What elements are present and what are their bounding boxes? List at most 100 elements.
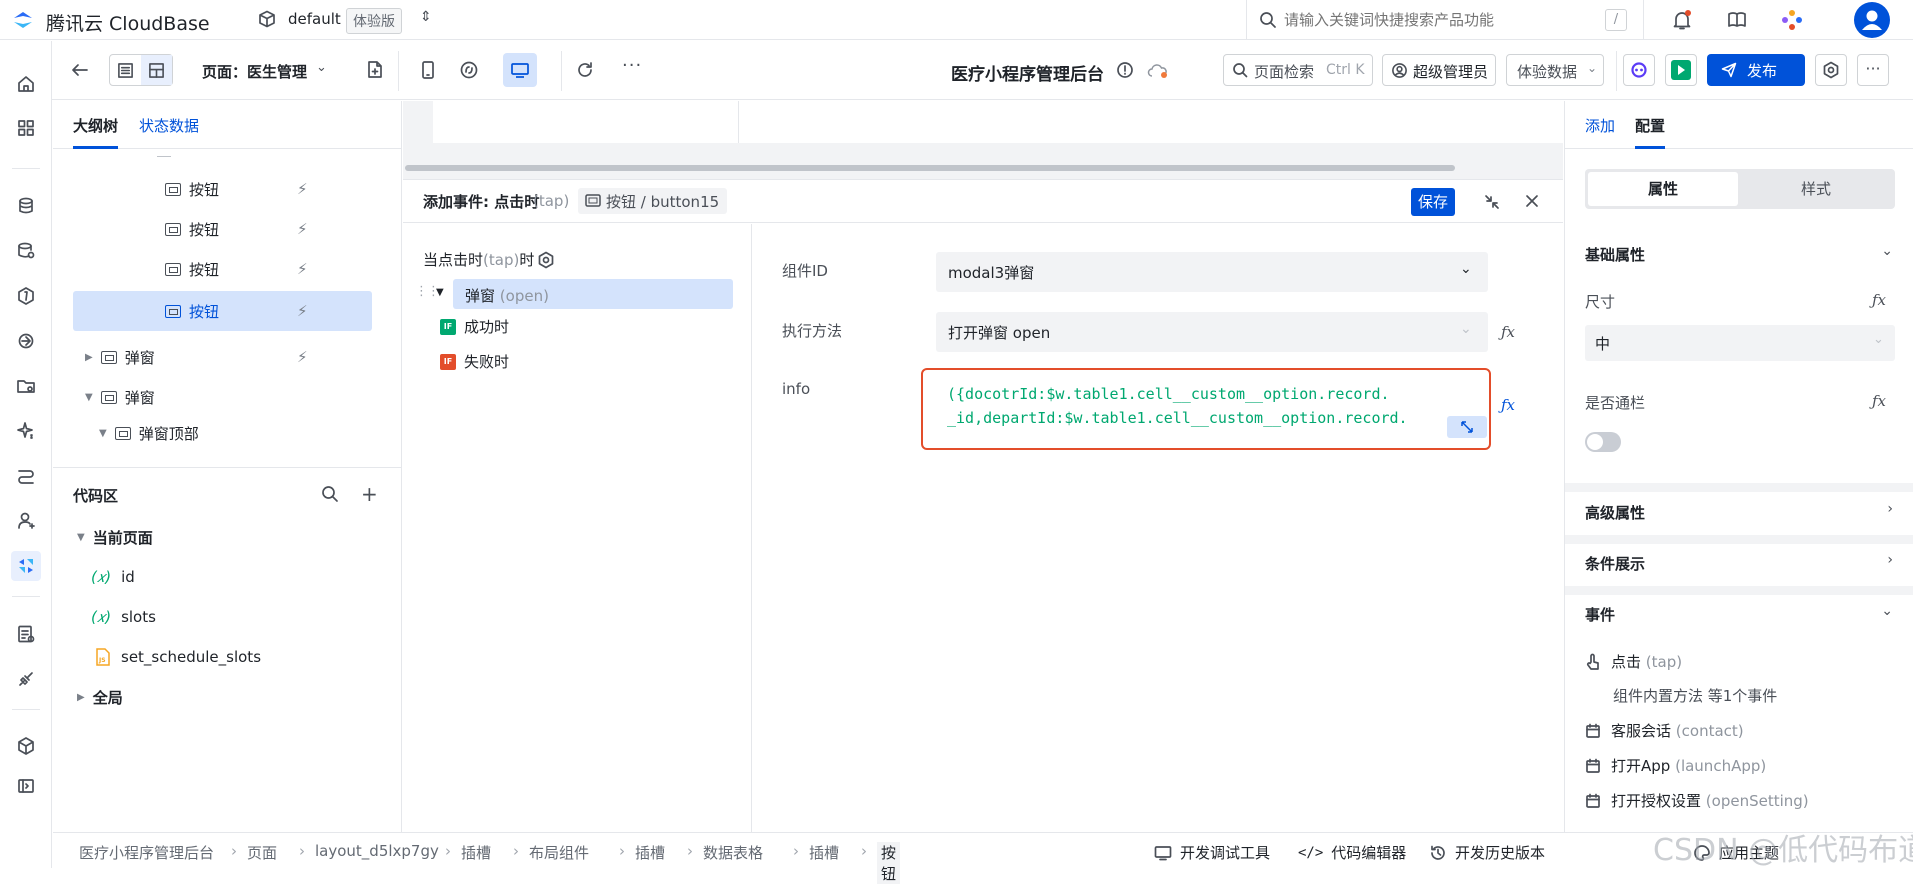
- tree-node-modal-expanded[interactable]: ▼ 弹窗: [53, 379, 402, 409]
- collapse-caret-icon[interactable]: ▼: [99, 428, 107, 439]
- tree-node-button-selected[interactable]: 按钮 ⚡︎: [73, 291, 372, 331]
- history-button[interactable]: 开发历史版本: [1429, 842, 1545, 863]
- method-select[interactable]: 打开弹窗 open ⌄: [936, 312, 1488, 352]
- chevron-down-icon[interactable]: ⌄: [1881, 243, 1893, 259]
- minimize-panel-icon[interactable]: [1483, 193, 1501, 211]
- code-global[interactable]: ▶ 全局: [53, 679, 402, 715]
- page-search-button[interactable]: 页面检索 Ctrl K: [1223, 54, 1373, 86]
- tree-node-button[interactable]: 按钮 ⚡︎: [53, 211, 402, 247]
- code-var-item[interactable]: (𝑥) id: [53, 559, 402, 595]
- event-bolt-icon[interactable]: ⚡︎: [297, 260, 308, 278]
- advanced-props-title[interactable]: 高级属性: [1585, 502, 1645, 523]
- code-search-icon[interactable]: [321, 485, 339, 503]
- fx-icon[interactable]: ƒx: [1872, 291, 1886, 309]
- info-code-editor[interactable]: ({docotrId:$w.table1.cell__custom__optio…: [921, 368, 1491, 450]
- breadcrumb-item[interactable]: 数据表格: [703, 842, 763, 863]
- home-icon[interactable]: [11, 69, 41, 99]
- banner-toggle[interactable]: [1585, 432, 1621, 452]
- miniprogram-preview-icon[interactable]: [459, 60, 479, 80]
- size-select[interactable]: 中 ⌄: [1585, 325, 1895, 361]
- save-button[interactable]: 保存: [1411, 188, 1455, 216]
- collapse-caret-icon[interactable]: ▼: [85, 392, 93, 403]
- event-item-tap[interactable]: 点击 (tap): [1585, 651, 1682, 672]
- conditional-title[interactable]: 条件展示: [1585, 553, 1645, 574]
- apps-grid-icon[interactable]: [11, 113, 41, 143]
- ai-assistant-icon[interactable]: [1781, 9, 1803, 31]
- code-current-page[interactable]: ▼ 当前页面: [53, 519, 402, 555]
- component-id-select[interactable]: modal3弹窗 ⌄: [936, 252, 1488, 292]
- info-circle-icon[interactable]: [1116, 61, 1134, 79]
- publish-button[interactable]: 发布: [1707, 54, 1805, 86]
- fx-icon[interactable]: ƒx: [1501, 396, 1515, 414]
- refresh-icon[interactable]: [575, 60, 595, 80]
- more-options-icon[interactable]: ···: [622, 55, 642, 76]
- user-management-icon[interactable]: [11, 506, 41, 536]
- design-canvas[interactable]: [403, 101, 1563, 184]
- branch-success[interactable]: IF 成功时: [440, 316, 509, 337]
- tree-node-modal-header[interactable]: ▼ 弹窗顶部: [53, 415, 402, 451]
- breadcrumb-item[interactable]: layout_d5lxp7gy: [315, 842, 439, 860]
- chevron-down-icon[interactable]: ⌄: [1881, 603, 1893, 619]
- event-bolt-icon[interactable]: ⚡︎: [297, 220, 308, 238]
- event-item-opensetting[interactable]: 打开授权设置 (openSetting): [1585, 790, 1809, 811]
- tab-outline-tree[interactable]: 大纲树: [73, 115, 118, 136]
- run-preview-icon[interactable]: [1665, 54, 1697, 86]
- close-panel-icon[interactable]: [1524, 193, 1540, 209]
- collapse-caret-icon[interactable]: ▼: [77, 532, 85, 543]
- event-item-contact[interactable]: 客服会话 (contact): [1585, 720, 1744, 741]
- chevron-right-icon[interactable]: ›: [1887, 552, 1893, 568]
- env-name[interactable]: default: [288, 10, 341, 28]
- app-settings-icon[interactable]: [1815, 54, 1847, 86]
- extensions-icon[interactable]: [11, 664, 41, 694]
- bell-icon[interactable]: [1672, 9, 1692, 31]
- tab-config[interactable]: 配置: [1635, 115, 1665, 136]
- breadcrumb-item[interactable]: 医疗小程序管理后台: [79, 842, 214, 863]
- page-selector[interactable]: 页面：医生管理: [202, 61, 307, 82]
- docs-book-icon[interactable]: [1727, 10, 1747, 30]
- collapse-caret-icon[interactable]: ▼: [436, 287, 444, 298]
- event-bolt-icon[interactable]: ⚡︎: [297, 348, 308, 366]
- tab-add[interactable]: 添加: [1585, 115, 1615, 136]
- layout-view-icon[interactable]: [141, 55, 172, 85]
- new-page-icon[interactable]: [366, 60, 384, 80]
- event-item-builtin[interactable]: 组件内置方法 等1个事件: [1613, 685, 1777, 706]
- ai-sparkle-icon[interactable]: [11, 416, 41, 446]
- data-model-icon[interactable]: [11, 236, 41, 266]
- chevron-right-icon[interactable]: ›: [1887, 501, 1893, 517]
- storage-folder-icon[interactable]: [11, 371, 41, 401]
- desktop-preview-icon[interactable]: [503, 53, 537, 87]
- logs-icon[interactable]: [11, 619, 41, 649]
- page-dropdown-chevron-icon[interactable]: ⌄: [316, 60, 327, 75]
- expand-caret-icon[interactable]: ▶: [85, 352, 93, 363]
- page-view-icon[interactable]: [110, 55, 141, 85]
- env-switch-icon[interactable]: ⇕: [420, 9, 432, 25]
- workflow-icon[interactable]: [11, 461, 41, 491]
- fx-icon[interactable]: ƒx: [1872, 392, 1886, 410]
- expand-caret-icon[interactable]: ▶: [77, 692, 85, 703]
- code-var-item[interactable]: (𝑥) slots: [53, 599, 402, 635]
- breadcrumb-item[interactable]: 按钮: [877, 842, 901, 884]
- action-open-modal[interactable]: 弹窗 (open): [453, 279, 733, 309]
- breadcrumb-item[interactable]: 插槽: [635, 842, 665, 863]
- cloud-function-icon[interactable]: [11, 281, 41, 311]
- role-switch-button[interactable]: 超级管理员: [1382, 54, 1496, 86]
- event-bolt-icon[interactable]: ⚡︎: [297, 180, 308, 198]
- tab-state-data[interactable]: 状态数据: [139, 115, 199, 136]
- breadcrumb-item[interactable]: 页面: [247, 842, 277, 863]
- breadcrumb-item[interactable]: 插槽: [809, 842, 839, 863]
- back-arrow-icon[interactable]: [70, 60, 90, 80]
- settings-hub-icon[interactable]: [11, 731, 41, 761]
- collapse-sidebar-icon[interactable]: [11, 771, 41, 801]
- events-title[interactable]: 事件: [1585, 604, 1615, 625]
- canvas-horizontal-scrollbar[interactable]: [405, 165, 1455, 171]
- expand-editor-icon[interactable]: [1447, 416, 1487, 438]
- tree-node-button[interactable]: 按钮 ⚡︎: [53, 251, 402, 287]
- basic-props-title[interactable]: 基础属性: [1585, 244, 1645, 265]
- breadcrumb-item[interactable]: 布局组件: [529, 842, 589, 863]
- database-icon[interactable]: [11, 191, 41, 221]
- add-code-icon[interactable]: +: [361, 482, 378, 506]
- segment-props[interactable]: 属性: [1588, 172, 1738, 206]
- tree-node-modal[interactable]: ▶ 弹窗 ⚡︎: [53, 339, 402, 375]
- integration-icon[interactable]: [11, 326, 41, 356]
- toolbar-more-icon[interactable]: ···: [1857, 54, 1889, 86]
